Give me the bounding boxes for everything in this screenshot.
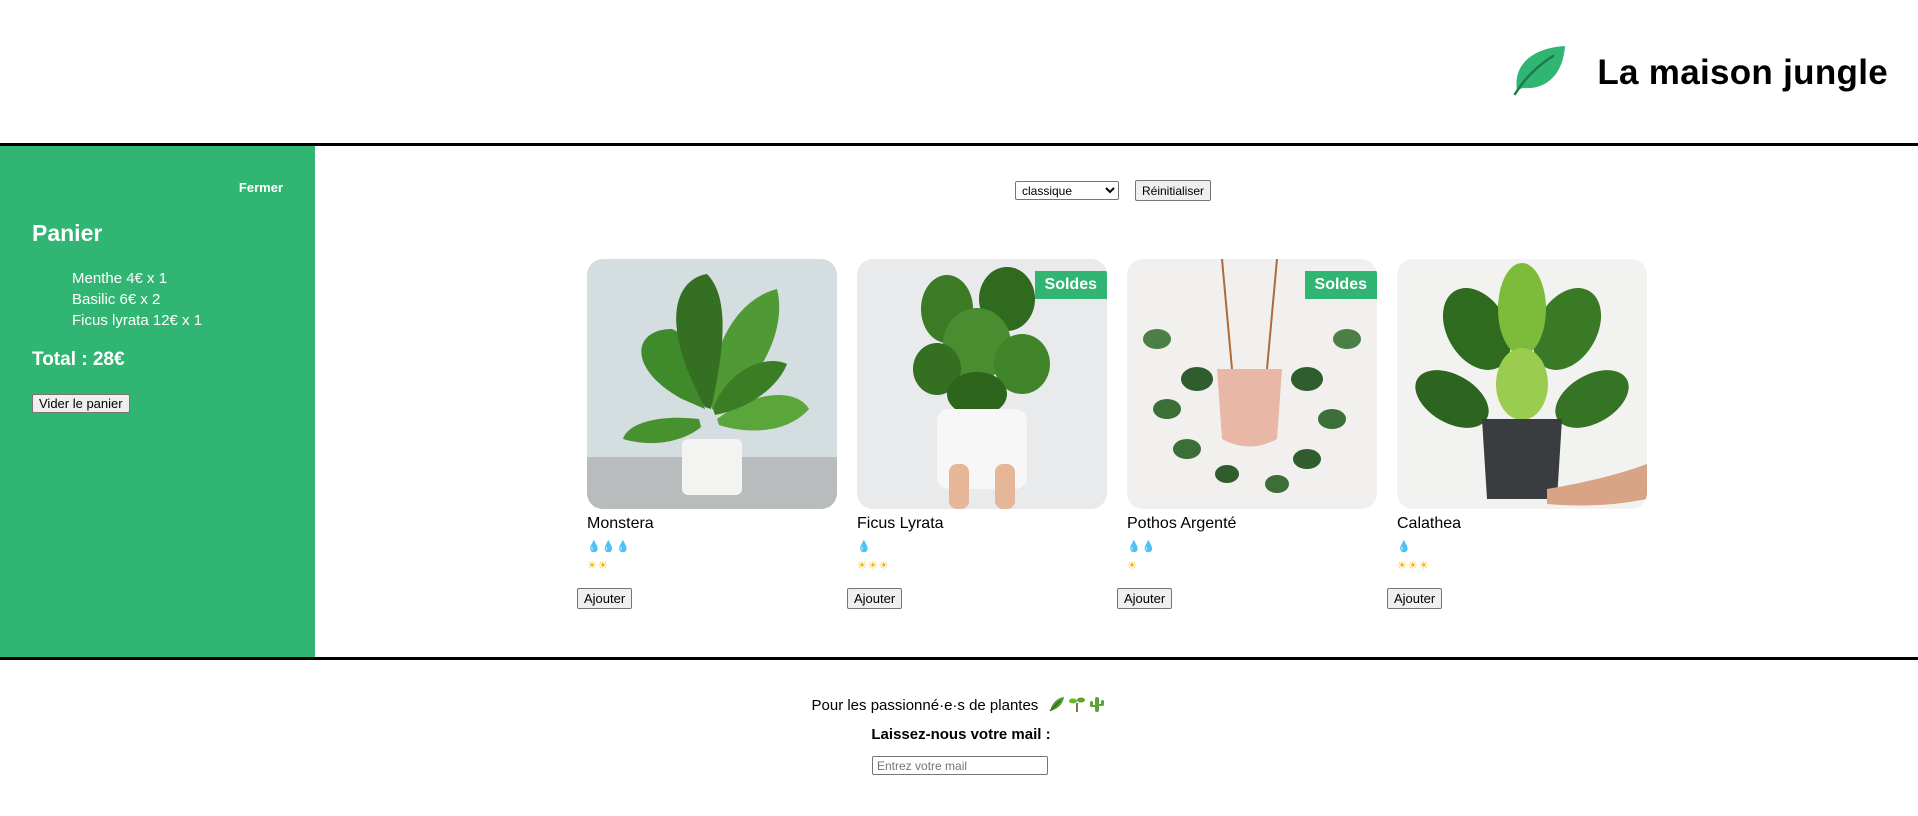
herb-icon xyxy=(1050,697,1065,712)
water-drop-icon: 💧 xyxy=(616,541,632,553)
plant-card: Soldes Pothos Argenté 💧💧 ☀ Ajouter xyxy=(1117,259,1377,609)
plant-image-monstera xyxy=(587,259,837,509)
light-rating: ☀☀ xyxy=(587,557,837,576)
sun-icon: ☀ xyxy=(1418,560,1430,572)
seedling-icon xyxy=(1069,697,1086,712)
add-to-cart-button[interactable]: Ajouter xyxy=(847,588,903,609)
water-drop-icon: 💧 xyxy=(1127,541,1142,553)
cactus-icon xyxy=(1090,697,1105,712)
footer-newsletter-text: Laissez-nous votre mail : xyxy=(871,726,1051,743)
plant-image-pothos-argente: Soldes xyxy=(1127,259,1377,509)
plant-image-ficus-lyrata: Soldes xyxy=(857,259,1107,509)
reset-button[interactable]: Réinitialiser xyxy=(1135,180,1212,201)
add-to-cart-button[interactable]: Ajouter xyxy=(1387,588,1443,609)
header: La maison jungle xyxy=(0,0,1918,146)
footer-tagline: Pour les passionné·e·s de plantes xyxy=(0,695,1918,714)
footer: Pour les passionné·e·s de plantes Laisse… xyxy=(0,657,1918,816)
light-rating: ☀☀☀ xyxy=(857,557,1107,576)
brand: La maison jungle xyxy=(1509,44,1888,101)
plant-card: Soldes Ficus Lyrata 💧 ☀☀☀ Ajouter xyxy=(847,259,1107,609)
sun-icon: ☀ xyxy=(857,560,868,572)
water-rating: 💧💧💧 xyxy=(587,538,837,557)
leaf-icon xyxy=(1509,44,1597,101)
water-rating: 💧 xyxy=(857,538,1107,557)
sun-icon: ☀ xyxy=(1407,560,1419,572)
plant-name: Calathea xyxy=(1397,515,1462,532)
sale-badge: Soldes xyxy=(1034,271,1107,299)
footer-emoji-group xyxy=(1046,695,1106,713)
sun-icon: ☀ xyxy=(878,560,890,572)
sun-icon: ☀ xyxy=(1127,560,1138,572)
water-drop-icon: 💧 xyxy=(1141,541,1157,553)
light-rating: ☀ xyxy=(1127,557,1377,576)
shopping-list: classique Réinitialiser Monstera 💧💧💧 ☀☀ … xyxy=(315,146,1918,659)
add-to-cart-button[interactable]: Ajouter xyxy=(1117,588,1173,609)
cart-item: Ficus lyrata 12€ x 1 xyxy=(72,312,203,329)
sale-badge: Soldes xyxy=(1304,271,1377,299)
water-drop-icon: 💧 xyxy=(601,541,617,553)
plant-name: Pothos Argenté xyxy=(1127,515,1237,532)
water-drop-icon: 💧 xyxy=(857,541,872,553)
plant-name: Monstera xyxy=(587,515,654,532)
empty-cart-button[interactable]: Vider le panier xyxy=(32,394,130,413)
plant-image-calathea xyxy=(1397,259,1647,509)
cart-item: Basilic 6€ x 2 xyxy=(72,291,161,308)
water-drop-icon: 💧 xyxy=(1397,541,1412,553)
cart-title: Panier xyxy=(32,220,103,246)
cart-total: Total : 28€ xyxy=(32,349,125,370)
category-select[interactable]: classique xyxy=(1015,181,1119,200)
light-rating: ☀☀☀ xyxy=(1397,557,1647,576)
plant-card: Monstera 💧💧💧 ☀☀ Ajouter xyxy=(577,259,837,609)
cart-list: Menthe 4€ x 1 Basilic 6€ x 2 Ficus lyrat… xyxy=(72,268,202,331)
water-rating: 💧💧 xyxy=(1127,538,1377,557)
email-input[interactable] xyxy=(872,756,1048,775)
sun-icon: ☀ xyxy=(587,560,598,572)
cart-item: Menthe 4€ x 1 xyxy=(72,270,168,287)
close-cart-button[interactable]: Fermer xyxy=(239,180,283,195)
plant-card: Calathea 💧 ☀☀☀ Ajouter xyxy=(1387,259,1647,609)
cart-sidebar: Fermer Panier Menthe 4€ x 1 Basilic 6€ x… xyxy=(0,146,315,659)
sun-icon: ☀ xyxy=(867,560,879,572)
water-rating: 💧 xyxy=(1397,538,1647,557)
sun-icon: ☀ xyxy=(1397,560,1408,572)
plant-name: Ficus Lyrata xyxy=(857,515,944,532)
sun-icon: ☀ xyxy=(597,560,609,572)
water-drop-icon: 💧 xyxy=(587,541,602,553)
site-title: La maison jungle xyxy=(1597,52,1888,92)
footer-tagline-text: Pour les passionné·e·s de plantes xyxy=(811,697,1039,714)
footer-newsletter-label: Laissez-nous votre mail : xyxy=(0,726,1918,743)
add-to-cart-button[interactable]: Ajouter xyxy=(577,588,633,609)
